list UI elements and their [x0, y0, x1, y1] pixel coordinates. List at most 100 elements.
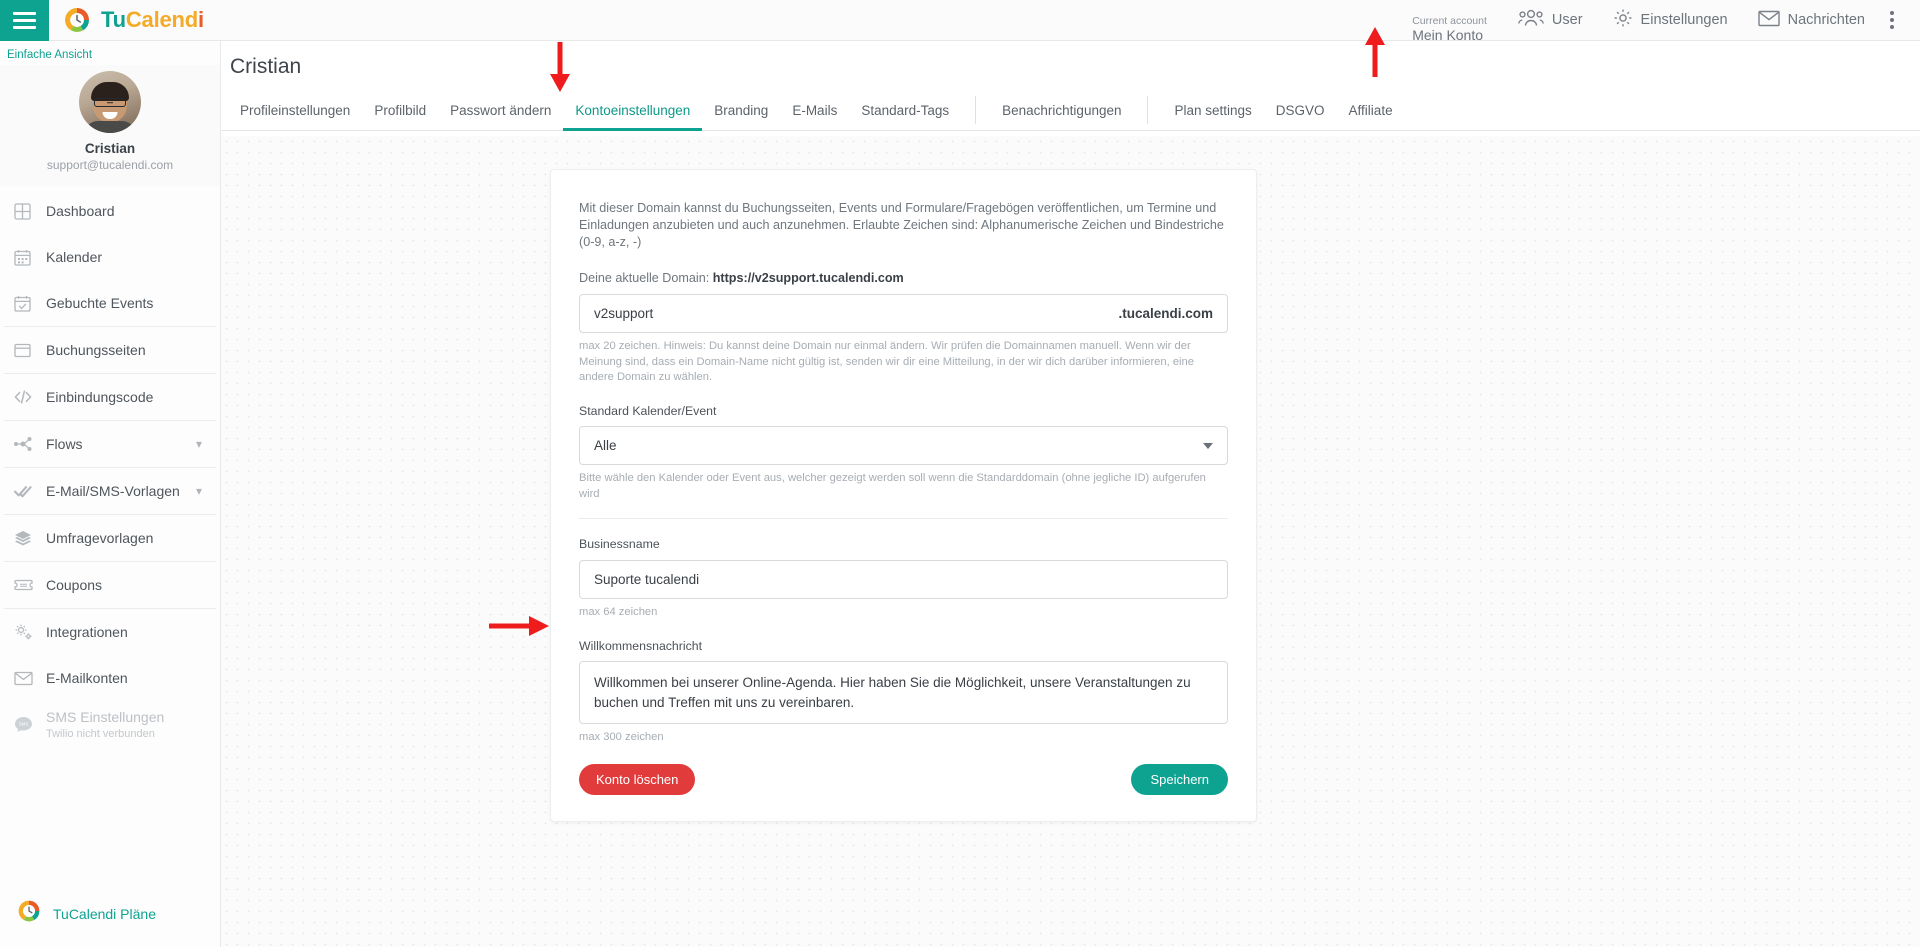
welcome-message-label: Willkommensnachricht — [579, 639, 702, 654]
calendar-check-icon — [14, 295, 46, 312]
topbar-item-user[interactable]: User — [1503, 0, 1598, 41]
account-settings-card: Mit dieser Domain kannst du Buchungsseit… — [550, 169, 1257, 822]
tab-profileinstellungen[interactable]: Profileinstellungen — [228, 90, 362, 131]
tab-profilbild[interactable]: Profilbild — [362, 90, 438, 131]
calendar-icon — [14, 249, 46, 266]
chevron-down-icon[interactable]: ▾ — [196, 484, 202, 498]
sidebar-item-integrationen[interactable]: Integrationen — [0, 609, 220, 655]
sidebar-item-label: Integrationen — [46, 624, 128, 640]
sidebar-item-dashboard[interactable]: Dashboard — [0, 188, 220, 234]
layers-icon — [14, 530, 46, 546]
sidebar-item-flows[interactable]: Flows ▾ — [0, 421, 220, 467]
main-content: Cristian Profileinstellungen Profilbild … — [221, 41, 1920, 947]
chevron-down-icon — [1203, 442, 1213, 449]
kebab-menu-icon[interactable] — [1880, 11, 1910, 29]
topbar-item-nachrichten-label: Nachrichten — [1787, 12, 1865, 28]
page-title: Cristian — [230, 55, 302, 78]
code-icon — [14, 389, 46, 405]
sidebar-item-coupons[interactable]: Coupons — [0, 562, 220, 608]
domain-input-value: v2support — [594, 306, 654, 321]
sidebar-item-gebuchte-events[interactable]: Gebuchte Events — [0, 280, 220, 326]
tab-bar: Profileinstellungen Profilbild Passwort … — [221, 90, 1920, 131]
tab-passwort-aendern[interactable]: Passwort ändern — [438, 90, 563, 131]
welcome-message-textarea[interactable]: Willkommen bei unserer Online-Agenda. Hi… — [579, 661, 1228, 725]
flow-nodes-icon — [14, 436, 46, 452]
profile-email: support@tucalendi.com — [46, 158, 174, 172]
envelope-icon — [14, 671, 46, 686]
sidebar-item-label: Einbindungscode — [46, 389, 154, 405]
brand-title: TuCalendi — [101, 7, 204, 32]
sidebar-item-label: E-Mail/SMS-Vorlagen — [46, 483, 180, 499]
topbar-item-user-label: User — [1551, 12, 1583, 28]
tab-kontoeinstellungen[interactable]: Kontoeinstellungen — [563, 90, 702, 131]
sidebar-item-label: E-Mailkonten — [46, 670, 128, 686]
tab-plan-settings[interactable]: Plan settings — [1162, 90, 1263, 131]
tab-benachrichtigungen[interactable]: Benachrichtigungen — [990, 90, 1133, 131]
chevron-down-icon[interactable]: ▾ — [196, 437, 202, 451]
domain-description: Mit dieser Domain kannst du Buchungsseit… — [579, 201, 1224, 249]
sidebar-item-emailkonten[interactable]: E-Mailkonten — [0, 655, 220, 701]
current-account-label: Current account — [1412, 14, 1487, 27]
ticket-icon — [14, 578, 46, 592]
topbar-item-einstellungen[interactable]: Einstellungen — [1598, 0, 1743, 41]
svg-text:SMS: SMS — [19, 721, 29, 726]
profile-name: Cristian — [84, 141, 136, 156]
sidebar-nav: Dashboard Kalender Gebuchte Events Buchu… — [0, 186, 220, 747]
calendar-hint: Bitte wähle den Kalender oder Event aus,… — [579, 472, 1206, 500]
brand-logo-area[interactable]: TuCalendi — [62, 5, 204, 35]
simple-view-link[interactable]: Einfache Ansicht — [0, 41, 220, 65]
sidebar-item-umfragevorlagen[interactable]: Umfragevorlagen — [0, 515, 220, 561]
current-domain-value: https://v2support.tucalendi.com — [712, 271, 904, 285]
domain-input[interactable]: v2support .tucalendi.com — [579, 294, 1228, 333]
business-name-label: Businessname — [579, 537, 660, 552]
business-name-input[interactable]: Suporte tucalendi — [579, 560, 1228, 600]
business-name-value: Suporte tucalendi — [594, 572, 700, 588]
tucalendi-logo-icon — [62, 5, 92, 35]
sidebar-item-label: SMS Einstellungen — [46, 708, 165, 725]
tab-divider — [975, 96, 977, 124]
sidebar-item-label: Umfragevorlagen — [46, 530, 154, 546]
sidebar-item-label: Gebuchte Events — [46, 295, 154, 311]
tab-dsgvo[interactable]: DSGVO — [1264, 90, 1337, 131]
sidebar-item-sms-einstellungen[interactable]: SMS SMS Einstellungen Twilio nicht verbu… — [0, 701, 220, 747]
users-icon — [1518, 9, 1544, 31]
hamburger-icon[interactable] — [0, 0, 49, 41]
calendar-select[interactable]: Alle — [579, 426, 1228, 466]
sidebar-item-label: Kalender — [46, 249, 103, 265]
sidebar-item-label: Dashboard — [46, 203, 115, 219]
sidebar-item-buchungsseiten[interactable]: Buchungsseiten — [0, 327, 220, 373]
current-account[interactable]: Current account Mein Konto — [1412, 0, 1487, 43]
tab-branding[interactable]: Branding — [702, 90, 780, 131]
card-actions: Konto löschen Speichern — [579, 763, 1228, 795]
tab-standard-tags[interactable]: Standard-Tags — [849, 90, 961, 131]
top-bar-right: Current account Mein Konto User Einstell… — [1412, 0, 1920, 43]
current-domain-label: Deine aktuelle Domain: — [579, 271, 710, 285]
gear-icon — [1613, 8, 1633, 32]
double-check-icon — [14, 483, 46, 499]
sidebar-item-tucalendi-plaene[interactable]: TuCalendi Pläne — [0, 898, 220, 947]
divider — [579, 518, 1228, 520]
tab-affiliate[interactable]: Affiliate — [1337, 90, 1405, 131]
content-canvas: Mit dieser Domain kannst du Buchungsseit… — [221, 136, 1920, 947]
sidebar-item-label: Coupons — [46, 577, 103, 593]
domain-suffix: .tucalendi.com — [1118, 306, 1213, 321]
sidebar-item-einbindungscode[interactable]: Einbindungscode — [0, 374, 220, 420]
save-button[interactable]: Speichern — [1131, 763, 1228, 795]
sidebar-item-kalender[interactable]: Kalender — [0, 234, 220, 280]
domain-hint: max 20 zeichen. Hinweis: Du kannst deine… — [579, 340, 1194, 384]
window-icon — [14, 342, 46, 359]
top-bar: TuCalendi Current account Mein Konto Use… — [0, 0, 1920, 43]
user-avatar[interactable] — [79, 71, 141, 133]
current-domain-row: Deine aktuelle Domain: https://v2support… — [579, 271, 1228, 285]
calendar-select-label: Standard Kalender/Event — [579, 404, 717, 419]
delete-account-button[interactable]: Konto löschen — [579, 763, 696, 795]
topbar-item-nachrichten[interactable]: Nachrichten — [1743, 0, 1880, 41]
dashboard-icon — [14, 202, 46, 220]
sidebar-item-label: Buchungsseiten — [46, 342, 146, 358]
tucalendi-logo-icon — [16, 898, 42, 929]
tab-emails[interactable]: E-Mails — [780, 90, 849, 131]
sms-bubble-icon: SMS — [14, 716, 46, 733]
sidebar-item-email-sms-vorlagen[interactable]: E-Mail/SMS-Vorlagen ▾ — [0, 468, 220, 514]
sidebar-profile: Cristian support@tucalendi.com — [0, 65, 220, 186]
business-name-hint: max 64 zeichen — [579, 606, 658, 619]
